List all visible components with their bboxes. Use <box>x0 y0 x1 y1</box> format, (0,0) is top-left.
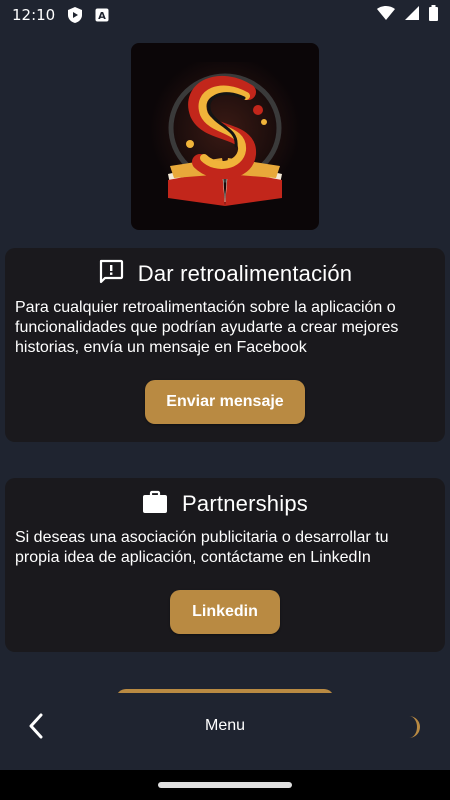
menu-title[interactable]: Menu <box>0 717 450 735</box>
partnership-card-text: Si deseas una asociación publicitaria o … <box>15 529 389 566</box>
feedback-message-icon <box>98 259 124 290</box>
svg-text:A: A <box>98 11 106 22</box>
theme-toggle-button[interactable] <box>400 713 424 741</box>
battery-icon <box>429 5 438 25</box>
feedback-card: Dar retroalimentación Para cualquier ret… <box>5 248 445 442</box>
partnership-card-title: Partnerships <box>182 491 308 516</box>
home-indicator[interactable] <box>158 782 292 788</box>
wifi-icon <box>377 6 395 24</box>
signal-icon <box>405 6 419 24</box>
a-box-icon: A <box>95 8 109 22</box>
briefcase-icon <box>142 490 168 519</box>
moon-icon <box>409 716 420 738</box>
bottom-bar: Menu <box>0 693 450 770</box>
partnership-card-header: Partnerships <box>5 490 445 518</box>
linkedin-button[interactable]: Linkedin <box>170 590 280 634</box>
status-time: 12:10 <box>12 6 56 24</box>
partnership-card: Partnerships Si deseas una asociación pu… <box>5 478 445 652</box>
feedback-card-title: Dar retroalimentación <box>137 261 353 286</box>
send-message-button[interactable]: Enviar mensaje <box>145 380 305 424</box>
feedback-card-text: Para cualquier retroalimentación sobre l… <box>15 299 399 356</box>
app-logo <box>131 43 319 230</box>
status-bar: 12:10 A <box>0 0 450 30</box>
shield-icon <box>67 6 83 24</box>
app-logo-image <box>150 61 300 212</box>
feedback-card-header: Dar retroalimentación <box>5 259 445 290</box>
system-navigation-bar <box>0 770 450 800</box>
